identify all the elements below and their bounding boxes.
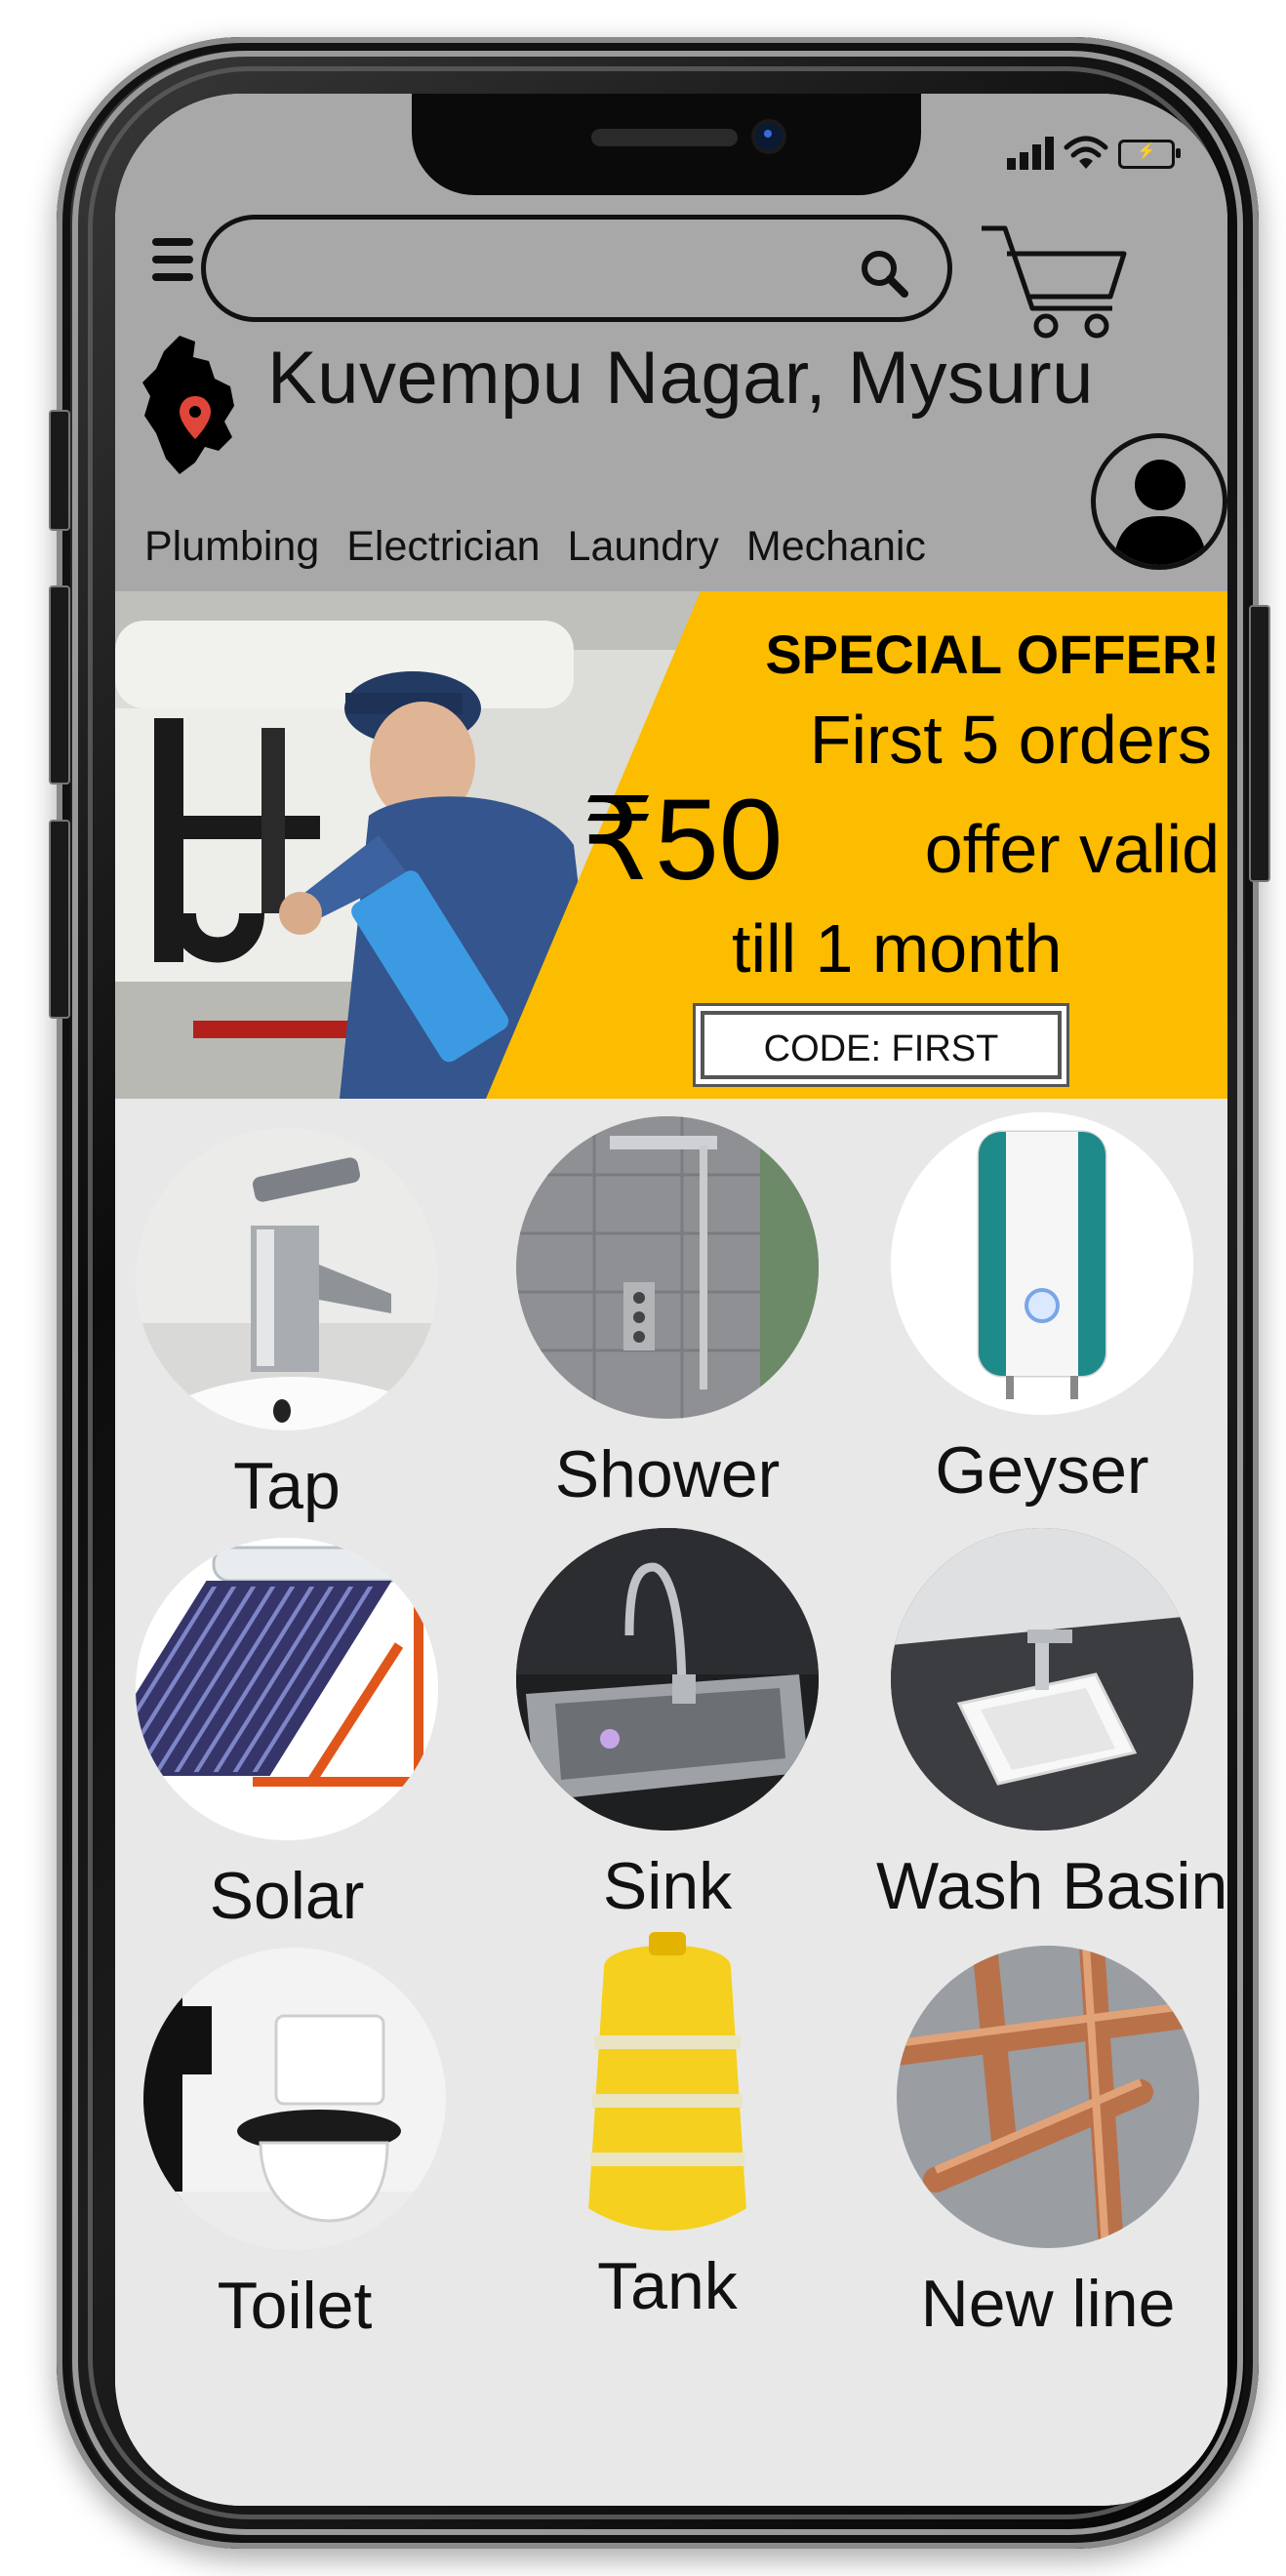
product-tile-toilet[interactable]: Toilet bbox=[129, 1948, 461, 2344]
front-camera-icon bbox=[755, 123, 783, 150]
phone-notch bbox=[412, 94, 921, 195]
tap-image bbox=[136, 1128, 438, 1430]
tank-image bbox=[516, 1928, 819, 2231]
volume-up-button bbox=[49, 585, 70, 785]
volume-down-button bbox=[49, 820, 70, 1019]
offer-orders-text: First 5 orders bbox=[809, 702, 1212, 778]
shower-image bbox=[516, 1116, 819, 1419]
product-tile-solar[interactable]: Solar bbox=[121, 1538, 453, 1934]
solar-image bbox=[136, 1538, 438, 1840]
profile-avatar-icon[interactable] bbox=[1091, 433, 1227, 570]
hamburger-menu-icon[interactable] bbox=[152, 238, 193, 293]
category-mechanic[interactable]: Mechanic bbox=[746, 523, 926, 570]
karnataka-map-icon bbox=[142, 336, 234, 474]
product-label: Tank bbox=[597, 2249, 738, 2323]
geyser-image bbox=[891, 1112, 1193, 1415]
product-label: Shower bbox=[554, 1437, 781, 1511]
offer-valid-text: offer valid bbox=[924, 811, 1220, 887]
product-grid: Tap Shower Geyser Solar Sink Wash Basin … bbox=[115, 1099, 1227, 2506]
status-bar: ⚡ bbox=[1007, 133, 1181, 176]
power-button bbox=[1249, 605, 1270, 882]
product-label: Wash Basin bbox=[876, 1849, 1227, 1923]
offer-amount: ₹50 bbox=[582, 776, 784, 905]
product-label: Toilet bbox=[217, 2269, 373, 2343]
offer-banner[interactable]: SPECIAL OFFER! First 5 orders ₹50 offer … bbox=[115, 591, 1227, 1099]
product-tile-new-line[interactable]: New line bbox=[882, 1946, 1214, 2342]
sink-image bbox=[516, 1528, 819, 1831]
product-tile-sink[interactable]: Sink bbox=[502, 1528, 833, 1924]
battery-icon: ⚡ bbox=[1118, 140, 1181, 169]
search-bar[interactable] bbox=[201, 215, 952, 322]
category-laundry[interactable]: Laundry bbox=[568, 523, 719, 570]
product-label: Geyser bbox=[935, 1433, 1149, 1508]
offer-duration-text: till 1 month bbox=[732, 910, 1063, 986]
location-text[interactable]: Kuvempu Nagar, Mysuru bbox=[267, 336, 1094, 421]
phone-screen: ⚡ Kuvempu Nagar, Mysuru Plumbing Electri… bbox=[115, 94, 1227, 2506]
promo-code[interactable]: CODE: FIRST bbox=[701, 1011, 1062, 1079]
product-tile-wash-basin[interactable]: Wash Basin bbox=[876, 1528, 1227, 1924]
product-tile-tap[interactable]: Tap bbox=[121, 1128, 453, 1524]
category-electrician[interactable]: Electrician bbox=[346, 523, 540, 570]
speaker-icon bbox=[591, 129, 738, 146]
signal-icon bbox=[1007, 137, 1054, 170]
product-label: Tap bbox=[233, 1449, 341, 1523]
toilet-image bbox=[143, 1948, 446, 2250]
wifi-icon bbox=[1064, 136, 1108, 169]
cart-icon[interactable] bbox=[976, 215, 1132, 342]
category-plumbing[interactable]: Plumbing bbox=[144, 523, 319, 570]
product-tile-tank[interactable]: Tank bbox=[502, 1928, 833, 2324]
search-input[interactable] bbox=[245, 237, 834, 302]
product-label: Solar bbox=[209, 1859, 365, 1933]
offer-title: SPECIAL OFFER! bbox=[765, 624, 1220, 685]
category-nav: Plumbing Electrician Laundry Mechanic bbox=[144, 523, 942, 571]
search-icon[interactable] bbox=[856, 245, 914, 303]
product-tile-geyser[interactable]: Geyser bbox=[876, 1112, 1208, 1509]
product-label: Sink bbox=[602, 1849, 733, 1923]
pipe-image bbox=[897, 1946, 1199, 2248]
product-tile-shower[interactable]: Shower bbox=[502, 1116, 833, 1512]
product-label: New line bbox=[920, 2267, 1176, 2341]
mute-switch bbox=[49, 410, 70, 531]
wash-basin-image bbox=[891, 1528, 1193, 1831]
